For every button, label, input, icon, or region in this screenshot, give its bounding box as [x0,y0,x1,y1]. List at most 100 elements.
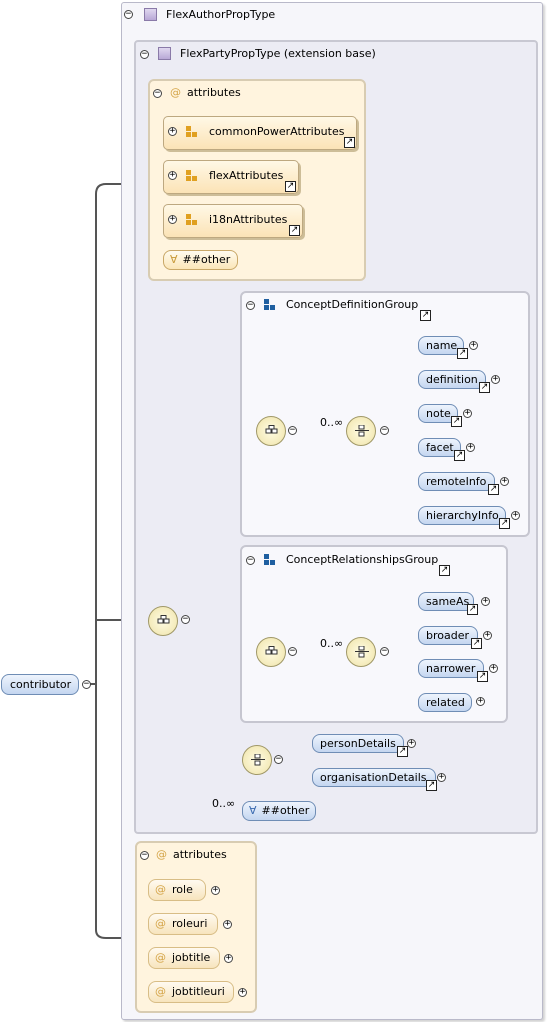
element-broader[interactable]: broader [418,626,478,645]
attribute-group-icon [186,126,191,131]
element-remote-info[interactable]: remoteInfo [418,472,495,491]
collapse-icon[interactable]: − [246,301,255,310]
reference-icon[interactable]: ↗ [471,638,482,649]
attribute-group-common-power[interactable]: + commonPowerAttributes ↗ [163,116,357,150]
collapse-icon[interactable]: − [181,615,190,624]
reference-icon[interactable]: ↗ [289,225,300,236]
element-organisation-details[interactable]: organisationDetails [312,768,436,787]
any-icon: ∀ [170,253,178,266]
expand-icon[interactable]: + [466,443,475,452]
reference-icon[interactable]: ↗ [397,746,408,757]
reference-icon[interactable]: ↗ [454,450,465,461]
any-element[interactable]: ∀ ##other [242,801,316,821]
sequence-compositor[interactable] [148,606,178,636]
attributes-header: attributes [187,86,241,99]
expand-icon[interactable]: + [168,127,177,136]
expand-icon[interactable]: + [437,773,446,782]
expand-icon[interactable]: + [481,597,490,606]
attribute-roleuri[interactable]: @ roleuri [148,913,218,935]
any-attribute[interactable]: ∀ ##other [163,250,238,270]
element-same-as[interactable]: sameAs [418,592,474,611]
collapse-icon[interactable]: − [246,556,255,565]
attribute-label: roleuri [172,917,208,930]
reference-icon[interactable]: ↗ [439,565,450,576]
expand-icon[interactable]: + [168,171,177,180]
root-element-contributor[interactable]: contributor [1,674,79,695]
attribute-label: jobtitleuri [172,985,225,998]
collapse-icon[interactable]: − [124,10,133,19]
collapse-icon[interactable]: − [140,50,149,59]
expand-icon[interactable]: + [211,886,220,895]
collapse-icon[interactable]: − [140,851,149,860]
reference-icon[interactable]: ↗ [499,518,510,529]
element-definition[interactable]: definition [418,370,486,389]
collapse-icon[interactable]: − [82,680,91,689]
expand-icon[interactable]: + [463,409,472,418]
element-narrower[interactable]: narrower [418,659,484,678]
attribute-jobtitle[interactable]: @ jobtitle [148,947,220,969]
cardinality-label: 0..∞ [320,416,344,429]
collapse-icon[interactable]: − [380,647,389,656]
group-title: ConceptRelationshipsGroup [286,553,439,566]
reference-icon[interactable]: ↗ [451,416,462,427]
expand-icon[interactable]: + [224,954,233,963]
sequence-compositor[interactable] [256,637,286,667]
attribute-jobtitleuri[interactable]: @ jobtitleuri [148,981,234,1003]
element-hierarchy-info[interactable]: hierarchyInfo [418,506,506,525]
attributes-header: attributes [173,848,227,861]
concept-definition-group-box [240,291,530,537]
any-element-label: ##other [261,804,310,817]
expand-icon[interactable]: + [476,697,485,706]
reference-icon[interactable]: ↗ [488,484,499,495]
attribute-role[interactable]: @ role [148,879,206,901]
collapse-icon[interactable]: − [288,647,297,656]
at-icon: @ [155,883,166,896]
sequence-icon [157,615,170,624]
complex-type-icon [144,8,157,21]
expand-icon[interactable]: + [469,341,478,350]
sequence-compositor[interactable] [256,416,286,446]
any-attribute-label: ##other [182,253,231,266]
expand-icon[interactable]: + [407,739,416,748]
expand-icon[interactable]: + [483,631,492,640]
choice-icon [355,425,369,437]
choice-compositor[interactable] [242,745,272,775]
expand-icon[interactable]: + [168,215,177,224]
cardinality-label: 0..∞ [212,797,236,810]
expand-icon[interactable]: + [238,988,247,997]
expand-icon[interactable]: + [489,664,498,673]
sequence-icon [265,646,278,655]
attribute-group-flex[interactable]: + flexAttributes ↗ [163,160,299,194]
choice-compositor[interactable] [346,637,376,667]
reference-icon[interactable]: ↗ [344,137,355,148]
expand-icon[interactable]: + [491,375,500,384]
type-title: FlexAuthorPropType [166,8,276,21]
attribute-group-label: flexAttributes [209,169,284,182]
reference-icon[interactable]: ↗ [420,310,431,321]
element-person-details[interactable]: personDetails [312,734,404,753]
expand-icon[interactable]: + [500,477,509,486]
expand-icon[interactable]: + [511,511,520,520]
reference-icon[interactable]: ↗ [457,348,468,359]
collapse-icon[interactable]: − [274,755,283,764]
expand-icon[interactable]: + [223,920,232,929]
at-icon: @ [155,951,166,964]
attribute-group-i18n[interactable]: + i18nAttributes ↗ [163,204,303,238]
choice-icon [355,646,369,658]
collapse-icon[interactable]: − [288,426,297,435]
choice-compositor[interactable] [346,416,376,446]
reference-icon[interactable]: ↗ [426,780,437,791]
attribute-label: role [172,883,193,896]
reference-icon[interactable]: ↗ [285,181,296,192]
group-icon [264,299,275,310]
collapse-icon[interactable]: − [380,426,389,435]
base-title: FlexPartyPropType (extension base) [180,47,376,60]
complex-type-icon [158,47,171,60]
at-icon: @ [170,86,181,99]
element-related[interactable]: related [418,693,472,712]
reference-icon[interactable]: ↗ [477,671,488,682]
reference-icon[interactable]: ↗ [479,382,490,393]
group-icon [264,554,275,565]
reference-icon[interactable]: ↗ [467,604,478,615]
collapse-icon[interactable]: − [153,89,162,98]
